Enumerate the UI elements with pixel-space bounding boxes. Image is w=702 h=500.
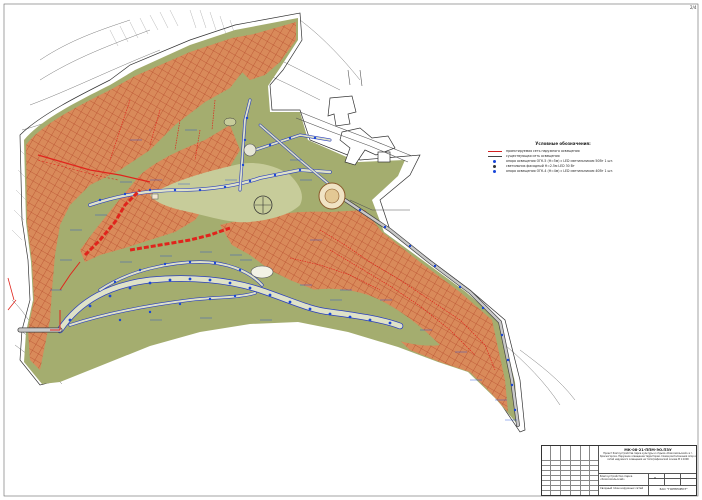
- sheet-name: Благоустройство парка «Комсомольский»: [600, 475, 633, 481]
- blue-pole-icon: [493, 160, 496, 163]
- title-block: МК-08-21-ППМ-ЭО.ПЗУ Проект благоустройст…: [541, 445, 697, 496]
- legend-item-label: опора освещения ОГК-4 (Н=4м) с LED свети…: [506, 169, 614, 173]
- blue-pole-icon: [493, 170, 496, 173]
- gray-line-icon: [488, 156, 502, 157]
- red-line-icon: [488, 151, 502, 152]
- map-legend: Условные обозначения: проектируемая сеть…: [488, 141, 678, 174]
- facade-lamp-icon: [493, 165, 496, 168]
- title-block-grid: [542, 446, 599, 495]
- legend-title: Условные обозначения:: [535, 141, 591, 146]
- map-sheet: 2/4 Условные обозначения: проектируемая …: [0, 0, 702, 500]
- stage: П: [654, 477, 656, 480]
- plan-name: Сводный план наружных сетей: [600, 487, 644, 490]
- site-plan-map: [3, 3, 699, 497]
- organization: ЗАО "ГОРПРОЕКТ": [659, 487, 688, 491]
- legend-item: опора освещения ОГК-4 (Н=4м) с LED свети…: [488, 169, 678, 174]
- drawing-description: Проект благоустройства парка культуры и …: [599, 452, 697, 461]
- sheet-number: 2/4: [690, 5, 697, 10]
